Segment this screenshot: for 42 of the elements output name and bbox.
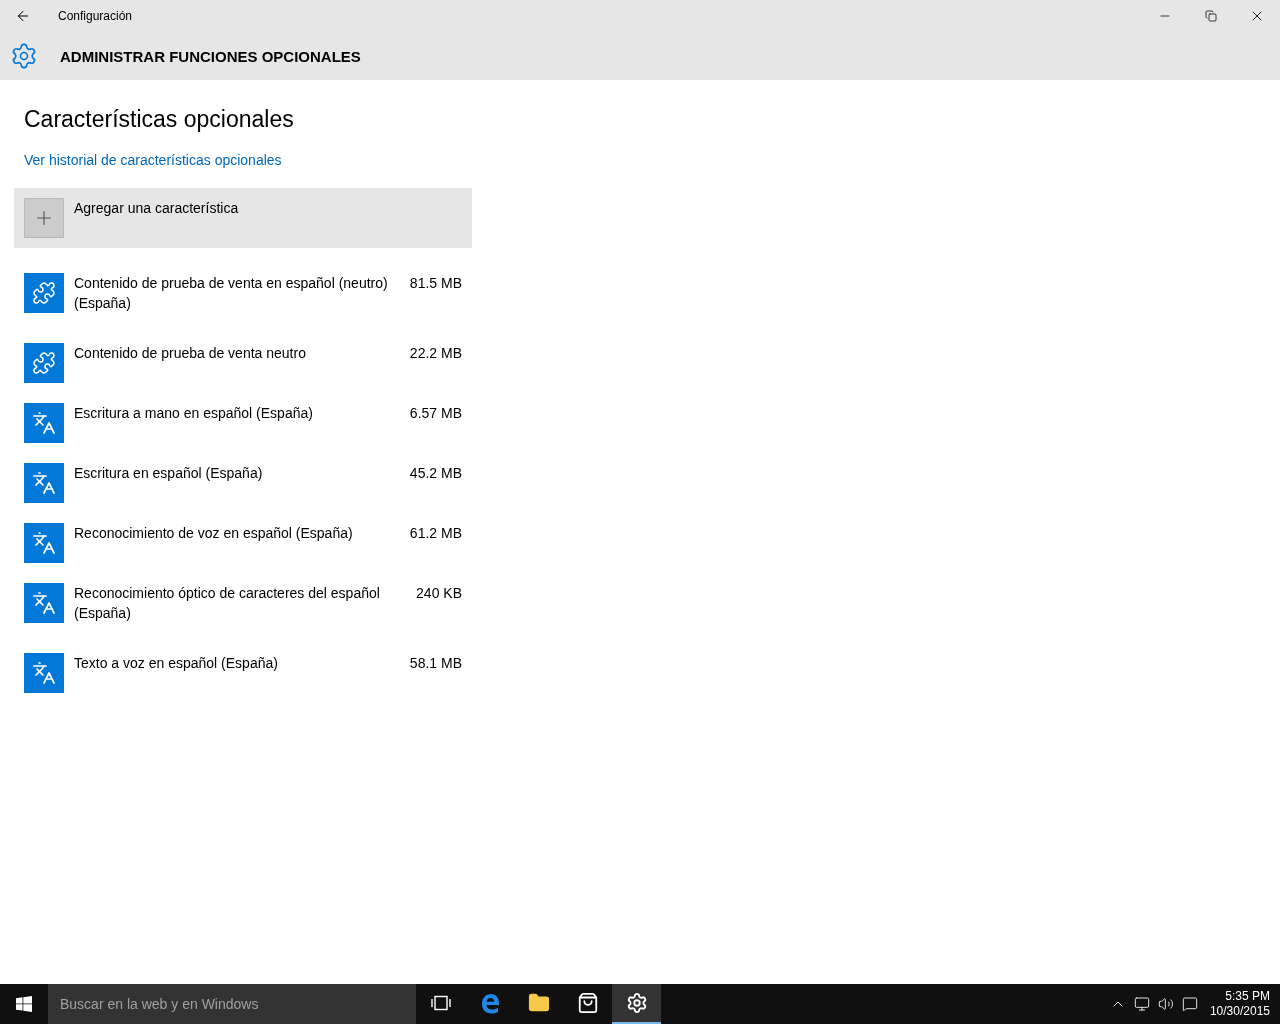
feature-name: Texto a voz en español (España) bbox=[74, 654, 279, 673]
language-icon bbox=[32, 411, 56, 435]
windows-logo-icon bbox=[16, 996, 32, 1012]
language-icon bbox=[32, 471, 56, 495]
puzzle-icon bbox=[32, 351, 56, 375]
add-feature-button[interactable]: Agregar una característica bbox=[14, 188, 472, 248]
restore-icon bbox=[1205, 10, 1217, 22]
plus-icon bbox=[24, 198, 64, 238]
feature-name: Reconocimiento óptico de caracteres del español (España) bbox=[74, 584, 381, 623]
browser-icon bbox=[479, 992, 500, 1014]
feature-size: 240 KB bbox=[416, 584, 462, 603]
feature-size: 58.1 MB bbox=[409, 654, 462, 673]
folder-icon bbox=[527, 992, 550, 1014]
message-icon bbox=[1181, 996, 1198, 1012]
feature-name: Escritura a mano en español (España) bbox=[74, 404, 314, 423]
feature-name: Reconocimiento de voz en español (España) bbox=[74, 524, 354, 543]
language-icon bbox=[32, 591, 56, 615]
section-title: Características opcionales bbox=[24, 105, 295, 134]
monitor-icon bbox=[1133, 996, 1150, 1012]
settings-icon bbox=[10, 42, 38, 70]
shopping-bag-icon bbox=[576, 992, 599, 1014]
feature-size: 81.5 MB bbox=[409, 274, 462, 293]
taskbar-app-button[interactable] bbox=[612, 984, 661, 1024]
language-icon bbox=[32, 661, 56, 685]
page-header-title: ADMINISTRAR FUNCIONES OPCIONALES bbox=[60, 47, 361, 65]
feature-size: 22.2 MB bbox=[409, 344, 462, 363]
gear-icon bbox=[625, 992, 648, 1014]
task-view-icon bbox=[430, 995, 451, 1011]
history-link[interactable]: Ver historial de características opcionales bbox=[24, 152, 282, 168]
feature-size: 6.57 MB bbox=[409, 404, 462, 423]
feature-name: Contenido de prueba de venta neutro bbox=[74, 344, 307, 363]
back-arrow-icon bbox=[15, 8, 31, 24]
feature-name: Contenido de prueba de venta en español (neutro) (España) bbox=[74, 274, 389, 313]
search-field[interactable]: Buscar en la web y en Windows bbox=[48, 984, 416, 1024]
feature-size: 45.2 MB bbox=[409, 464, 462, 483]
language-icon bbox=[32, 531, 56, 555]
feature-name: Escritura en español (España) bbox=[74, 464, 264, 483]
puzzle-icon bbox=[32, 281, 56, 305]
feature-size: 61.2 MB bbox=[409, 524, 462, 543]
clock-button[interactable]: 5:35 PM 10/30/2015 bbox=[1201, 984, 1280, 1024]
speaker-icon bbox=[1157, 996, 1174, 1012]
window-title: Configuración bbox=[58, 9, 134, 23]
